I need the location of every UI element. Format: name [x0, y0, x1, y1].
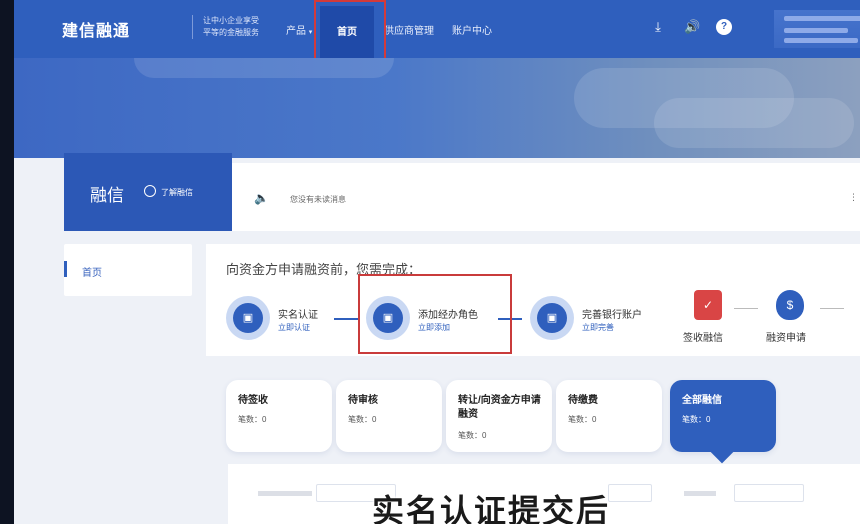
video-caption: 实名认证提交后 — [372, 493, 611, 524]
download-icon[interactable]: ⤓ — [650, 19, 666, 35]
notice-more-icon[interactable]: ⋮ — [849, 192, 858, 203]
speaker-icon: 🔈 — [254, 191, 269, 205]
sidebar-item-home[interactable]: 首页 — [82, 264, 102, 279]
apply-label: 融资申请 — [766, 333, 806, 344]
highlight-box-add-role — [358, 274, 512, 354]
hero-banner — [14, 58, 860, 158]
brand-logo[interactable]: 建信融通 — [62, 17, 130, 41]
step-1-icon[interactable]: ▣ — [226, 296, 270, 340]
slogan-line-2: 平等的金融服务 — [203, 28, 259, 37]
user-info-line — [784, 28, 848, 33]
card-count: 笔数：0 — [682, 415, 711, 424]
user-info-line — [784, 38, 858, 43]
card-count: 笔数：0 — [568, 415, 597, 424]
sidebar-active-marker — [64, 261, 67, 277]
sidebar: 首页 — [64, 244, 192, 296]
flow-connector — [820, 308, 844, 309]
id-card-icon: ▣ — [537, 303, 567, 333]
volume-icon[interactable]: 🔊 — [684, 19, 700, 35]
filter-label — [258, 491, 312, 496]
filter-label — [684, 491, 716, 496]
chevron-down-icon: ▾ — [308, 29, 313, 36]
sign-document-icon[interactable]: ✓ — [694, 290, 722, 320]
card-count: 笔数：0 — [458, 431, 487, 440]
card-title: 全部融信 — [682, 395, 722, 406]
video-left-edge — [0, 0, 14, 524]
card-pending-sign[interactable]: 待签收 笔数：0 — [226, 380, 332, 452]
step-connector — [334, 318, 358, 320]
nav-item-products[interactable]: 产品 ▾ — [286, 22, 312, 37]
notice-bar: 🔈 您没有未读消息 ⋮ — [232, 163, 860, 231]
card-count: 笔数：0 — [238, 415, 267, 424]
nav-item-account-center[interactable]: 账户中心 — [452, 22, 492, 37]
nav-item-products-label: 产品 — [286, 26, 306, 37]
status-select[interactable] — [734, 484, 804, 502]
card-title: 待签收 — [238, 395, 268, 406]
nav-item-supplier-management[interactable]: 供应商管理 — [384, 22, 434, 37]
onboarding-steps: 向资金方申请融资前，您需完成： ▣ 实名认证 立即认证 ▣ 添加经办角色 立即添… — [206, 244, 860, 356]
date-input[interactable] — [608, 484, 652, 502]
sign-label: 签收融信 — [683, 333, 723, 344]
flow-connector — [734, 308, 758, 309]
card-title: 转让/向资金方申请融资 — [458, 395, 541, 420]
banner-decoration — [654, 98, 854, 148]
money-bag-icon[interactable]: $ — [776, 290, 804, 320]
card-pending-review[interactable]: 待审核 笔数：0 — [336, 380, 442, 452]
step-1-link[interactable]: 立即认证 — [278, 322, 310, 333]
step-3-icon[interactable]: ▣ — [530, 296, 574, 340]
page-title: 融信 — [90, 186, 124, 205]
banner-decoration — [134, 58, 394, 78]
help-icon[interactable]: ? — [716, 19, 732, 35]
card-title: 待审核 — [348, 395, 378, 406]
step-3-link[interactable]: 立即完善 — [582, 322, 614, 333]
card-pointer — [710, 440, 734, 464]
card-count: 笔数：0 — [348, 415, 377, 424]
card-pending-payment[interactable]: 待缴费 笔数：0 — [556, 380, 662, 452]
step-3-name: 完善银行账户 — [582, 310, 642, 321]
top-navigation-bar: 建信融通 让中小企业享受 平等的金融服务 产品 ▾ 供应商管理 账户中心 ⤓ 🔊… — [14, 0, 860, 58]
step-1-name: 实名认证 — [278, 310, 318, 321]
card-all-finance[interactable]: 全部融信 笔数：0 — [670, 380, 776, 464]
brand-slogan: 让中小企业享受 平等的金融服务 — [192, 15, 259, 39]
user-info-line — [784, 16, 860, 21]
learn-more-link[interactable]: 了解融信 — [161, 187, 193, 198]
card-title: 待缴费 — [568, 395, 598, 406]
product-title-panel: 融信 了解融信 — [64, 153, 232, 231]
id-card-icon: ▣ — [233, 303, 263, 333]
notice-message[interactable]: 您没有未读消息 — [290, 194, 346, 205]
info-icon — [144, 185, 156, 197]
slogan-line-1: 让中小企业享受 — [203, 16, 259, 25]
card-transfer-finance[interactable]: 转让/向资金方申请融资 笔数：0 — [446, 380, 552, 452]
